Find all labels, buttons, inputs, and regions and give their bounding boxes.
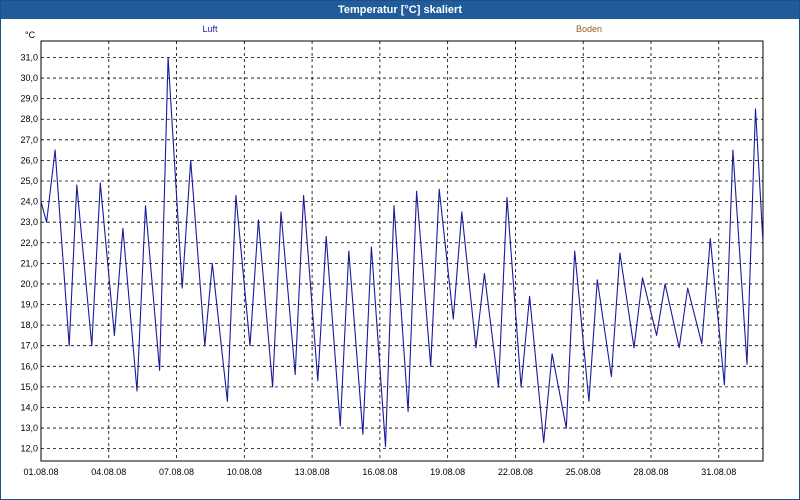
x-tick-label: 04.08.08 xyxy=(91,467,126,477)
chart-window: Temperatur [°C] skaliert 12,0 13,0 14,0 15,… xyxy=(0,0,800,500)
legend-luft[interactable]: Luft xyxy=(202,24,218,34)
y-tick-label: 31,0 xyxy=(20,52,38,62)
y-tick-label: 19,0 xyxy=(20,300,38,310)
series-line-luft xyxy=(40,56,764,448)
x-tick-label: 22.08.08 xyxy=(498,467,533,477)
x-tick-label: 13.08.08 xyxy=(295,467,330,477)
y-tick-label: 21,0 xyxy=(20,258,38,268)
y-tick-label: 28,0 xyxy=(20,114,38,124)
temperature-chart: 12,0 13,0 14,0 15,0 16,0 17,0 18,0 19,0 20,0 21,0… xyxy=(20,24,764,477)
y-tick-label: 20,0 xyxy=(20,279,38,289)
x-tick-label: 19.08.08 xyxy=(430,467,465,477)
y-tick-label: 30,0 xyxy=(20,73,38,83)
x-tick-label: 25.08.08 xyxy=(566,467,601,477)
x-tick-label: 31.08.08 xyxy=(701,467,736,477)
y-tick-label: 15,0 xyxy=(20,382,38,392)
x-tick-label: 28.08.08 xyxy=(633,467,668,477)
y-axis-ticks: 12,0 13,0 14,0 15,0 16,0 17,0 18,0 19,0 20,0 21,0… xyxy=(20,52,38,453)
x-tick-label: 07.08.08 xyxy=(159,467,194,477)
y-tick-label: 14,0 xyxy=(20,402,38,412)
x-tick-label: 10.08.08 xyxy=(227,467,262,477)
y-axis-unit: °C xyxy=(25,30,36,40)
y-tick-label: 17,0 xyxy=(20,341,38,351)
y-tick-label: 29,0 xyxy=(20,94,38,104)
x-axis-ticks: 01.08.08 04.08.08 07.08.08 10.08.08 13.08.08… xyxy=(23,467,736,477)
series-layer xyxy=(40,56,764,448)
legend-boden[interactable]: Boden xyxy=(576,24,602,34)
window-title: Temperatur [°C] skaliert xyxy=(1,1,799,19)
y-tick-label: 22,0 xyxy=(20,238,38,248)
x-tick-label: 16.08.08 xyxy=(362,467,397,477)
y-tick-label: 12,0 xyxy=(20,444,38,454)
y-tick-label: 18,0 xyxy=(20,320,38,330)
y-tick-label: 27,0 xyxy=(20,135,38,145)
y-tick-label: 23,0 xyxy=(20,217,38,227)
y-tick-label: 24,0 xyxy=(20,197,38,207)
y-tick-label: 16,0 xyxy=(20,361,38,371)
x-tick-label: 01.08.08 xyxy=(23,467,58,477)
y-tick-label: 25,0 xyxy=(20,176,38,186)
y-tick-label: 26,0 xyxy=(20,155,38,165)
y-tick-label: 13,0 xyxy=(20,423,38,433)
